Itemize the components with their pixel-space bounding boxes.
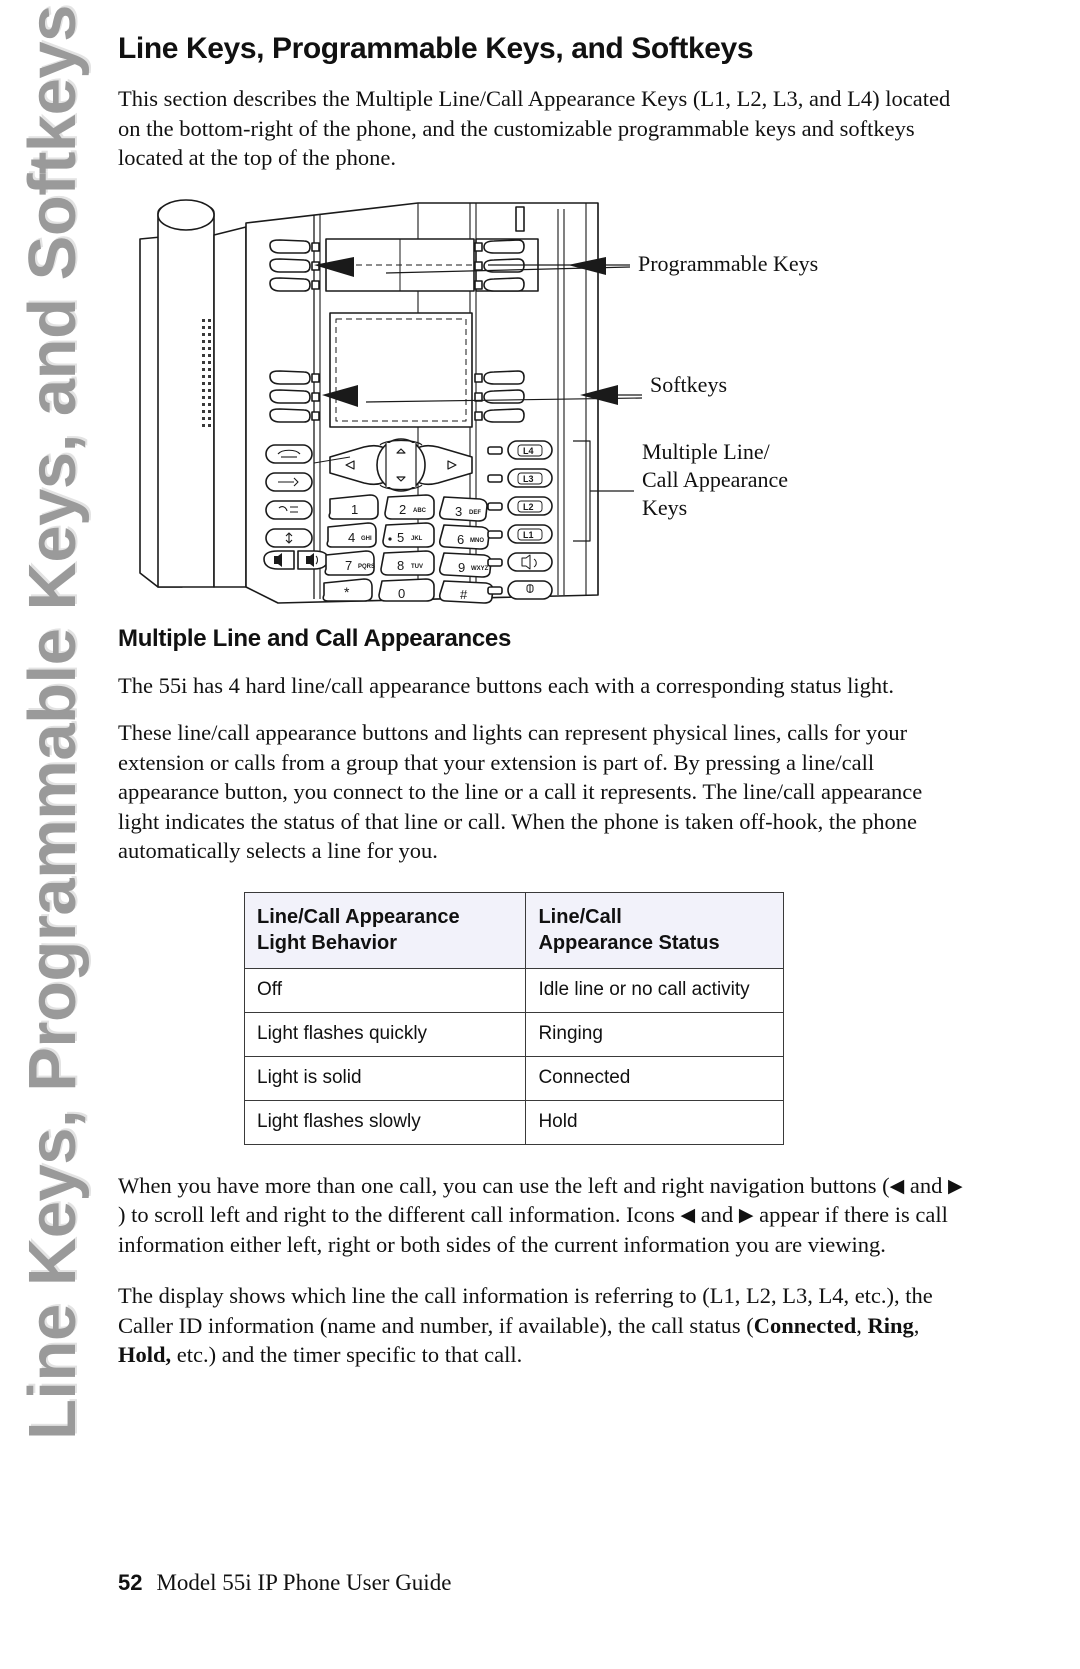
svg-text:DEF: DEF [469, 510, 481, 516]
section-paragraph-1: The 55i has 4 hard line/call appearance … [118, 672, 895, 698]
p3-part-d: and [695, 1202, 739, 1227]
page-footer: 52 Model 55i IP Phone User Guide [118, 1570, 968, 1596]
svg-text:4: 4 [348, 530, 355, 545]
table-cell-status: Ringing [525, 1011, 784, 1057]
table-row: Light flashes slowly Hold [243, 1099, 784, 1145]
table-cell-behavior: Light flashes slowly [243, 1099, 527, 1145]
page-title: Line Keys, Programmable Keys, and Softke… [118, 32, 754, 65]
svg-text:6: 6 [457, 532, 464, 547]
section-title-multiple-line: Multiple Line and Call Appearances [118, 624, 511, 652]
table-row: Light flashes quickly Ringing [243, 1011, 784, 1057]
svg-text:L3: L3 [523, 474, 534, 484]
chapter-side-tab: Line Keys, Programmable Keys, and Softke… [0, 0, 118, 1669]
phone-diagram-figure: 1 2 ABC 3 DEF 4 GHI 5 JKL 6 MNO 7 PQRS 8 TUV 9W… [118, 195, 968, 625]
svg-text:L4: L4 [523, 446, 534, 456]
footer-page-number: 52 [118, 1570, 143, 1595]
section-paragraph-4: The display shows which line the call in… [118, 1281, 968, 1370]
p3-part-b: and [904, 1172, 949, 1198]
table-cell-status: Idle line or no call activity [525, 967, 784, 1013]
p4-part-end: etc.) and the timer specific to that cal… [171, 1342, 523, 1367]
light-behavior-table: Line/Call Appearance Light Behavior Line… [243, 891, 784, 1145]
p3-part-a: When you have more than one call, you ca… [118, 1172, 890, 1198]
intro-paragraph: This section describes the Multiple Line… [118, 86, 951, 170]
status-ring: Ring [867, 1312, 914, 1338]
svg-text:#: # [460, 587, 468, 602]
footer-guide-title: Model 55i IP Phone User Guide [156, 1570, 452, 1595]
left-triangle-icon: ◀ [889, 1175, 905, 1197]
table-row: Light is solid Connected [243, 1055, 784, 1101]
p4-sep-2: , [913, 1312, 920, 1338]
section-paragraph-3: When you have more than one call, you ca… [118, 1171, 968, 1260]
table-header-light-behavior: Line/Call Appearance Light Behavior [243, 891, 527, 969]
callout-softkeys: Softkeys [650, 371, 727, 397]
svg-text:7: 7 [345, 558, 352, 573]
svg-text:L2: L2 [523, 502, 534, 512]
svg-text:TUV: TUV [411, 564, 423, 570]
callout-programmable-keys: Programmable Keys [638, 250, 819, 276]
svg-text:9: 9 [458, 560, 465, 575]
svg-text:WXYZ: WXYZ [471, 566, 489, 572]
status-connected: Connected [753, 1312, 857, 1338]
svg-text:PQRS: PQRS [358, 564, 375, 570]
page-content: Line Keys, Programmable Keys, and Softke… [118, 0, 968, 1669]
table-cell-behavior: Off [243, 967, 527, 1013]
svg-text:2: 2 [399, 502, 406, 517]
section-paragraph-2: These line/call appearance buttons and l… [118, 720, 923, 863]
phone-illustration: 1 2 ABC 3 DEF 4 GHI 5 JKL 6 MNO 7 PQRS 8 TUV 9W… [139, 198, 643, 604]
chapter-side-tab-label: Line Keys, Programmable Keys, and Softke… [15, 5, 90, 1440]
p4-sep-1: , [856, 1312, 868, 1338]
table-header-appearance-status: Line/Call Appearance Status [525, 891, 784, 969]
table-row: Off Idle line or no call activity [243, 967, 784, 1013]
svg-text:L1: L1 [523, 530, 534, 540]
table-header-row: Line/Call Appearance Light Behavior Line… [243, 891, 784, 969]
svg-text:0: 0 [398, 586, 405, 601]
left-triangle-icon: ◀ [680, 1205, 696, 1226]
svg-text:ABC: ABC [413, 508, 427, 514]
svg-text:*: * [344, 584, 350, 600]
table-cell-status: Hold [525, 1099, 784, 1145]
status-hold: Hold, [118, 1342, 172, 1367]
right-triangle-icon: ▶ [738, 1205, 754, 1226]
callout-multiple-line-call-appearance-keys: Multiple Line/ Call Appearance Keys [642, 438, 788, 520]
svg-text:1: 1 [351, 502, 358, 517]
svg-text:8: 8 [397, 558, 404, 573]
svg-text:JKL: JKL [411, 536, 423, 542]
svg-text:MNO: MNO [470, 538, 484, 544]
p3-part-c: ) to scroll left and right to the differ… [118, 1202, 681, 1227]
right-triangle-icon: ▶ [948, 1175, 963, 1197]
table-cell-behavior: Light is solid [243, 1055, 527, 1101]
svg-text:5: 5 [397, 530, 404, 545]
table-cell-status: Connected [525, 1055, 784, 1101]
svg-text:3: 3 [455, 504, 462, 519]
svg-text:GHI: GHI [361, 536, 372, 542]
table-cell-behavior: Light flashes quickly [243, 1011, 527, 1057]
